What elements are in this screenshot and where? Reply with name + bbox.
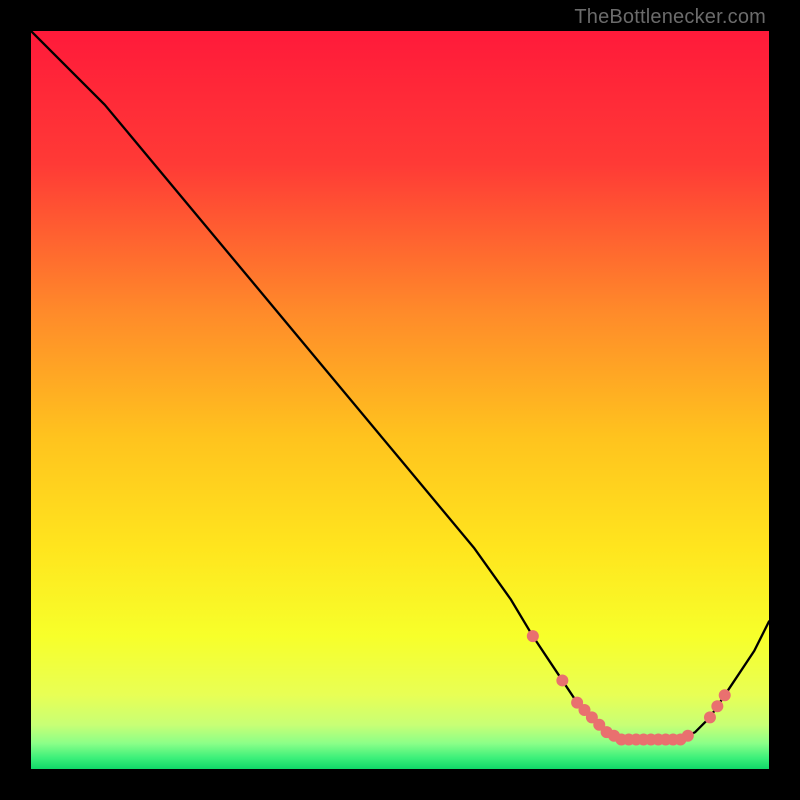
bottleneck-curve — [31, 31, 769, 739]
marker-point — [719, 689, 731, 701]
marker-point — [527, 630, 539, 642]
marker-point — [682, 730, 694, 742]
plot-area — [31, 31, 769, 769]
curve-layer — [31, 31, 769, 769]
marker-point — [556, 674, 568, 686]
marker-point — [711, 700, 723, 712]
marker-point — [704, 711, 716, 723]
attribution-label: TheBottlenecker.com — [574, 6, 766, 29]
chart-stage: TheBottlenecker.com — [0, 0, 800, 800]
